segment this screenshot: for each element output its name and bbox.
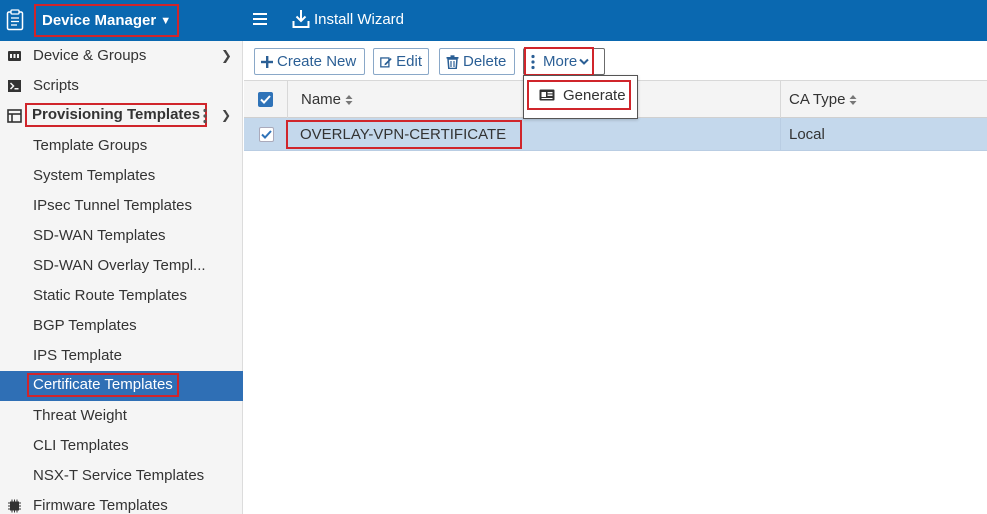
sidebar-item-label: Static Route Templates <box>33 287 187 304</box>
delete-button[interactable]: Delete <box>439 48 515 75</box>
install-wizard-button[interactable]: Install Wizard <box>292 9 404 29</box>
download-icon <box>292 10 310 28</box>
top-bar: Device Manager ▼ Install Wizard <box>0 0 987 41</box>
sidebar-item-label: Threat Weight <box>33 407 127 424</box>
hamburger-menu-icon[interactable] <box>253 12 267 26</box>
sidebar-item-device-groups[interactable]: Device & Groups ❯ <box>0 41 243 71</box>
certificate-name[interactable]: OVERLAY-VPN-CERTIFICATE <box>285 120 523 149</box>
sidebar-item-label: BGP Templates <box>33 317 137 334</box>
sidebar-item-label: System Templates <box>33 167 156 184</box>
app-switcher-button[interactable]: Device Manager ▼ <box>33 4 180 37</box>
sidebar-item-label: IPsec Tunnel Templates <box>33 197 192 214</box>
checkmark-icon <box>260 95 271 104</box>
sidebar-item-label: Provisioning Templates <box>24 103 208 127</box>
script-icon <box>7 79 22 93</box>
table-row[interactable]: OVERLAY-VPN-CERTIFICATE Local <box>244 118 987 151</box>
sidebar-item-template-groups[interactable]: Template Groups <box>0 131 243 161</box>
edit-icon <box>380 56 392 68</box>
clipboard-icon <box>6 9 24 31</box>
id-card-icon <box>539 89 555 101</box>
sidebar-item-sdwan-templates[interactable]: SD-WAN Templates <box>0 221 243 251</box>
sidebar-item-static-route-templates[interactable]: Static Route Templates <box>0 281 243 311</box>
sidebar-item-label: Template Groups <box>33 137 148 154</box>
row-name-cell: OVERLAY-VPN-CERTIFICATE <box>285 118 780 151</box>
select-all-cell <box>244 81 288 118</box>
sidebar: Device & Groups ❯ Scripts Provisioning T… <box>0 41 243 514</box>
sidebar-item-label: Firmware Templates <box>33 497 168 514</box>
template-icon <box>7 109 22 123</box>
kebab-icon <box>531 54 535 69</box>
sidebar-item-label: NSX-T Service Templates <box>33 467 205 484</box>
edit-label: Edit <box>396 53 422 70</box>
data-table: Name CA Type OVERLAY-VPN-CERTIFICATE Loc… <box>244 80 987 514</box>
column-header-ca-type[interactable]: CA Type <box>780 81 987 118</box>
more-button-highlight: More <box>523 47 595 76</box>
column-header-label: CA Type <box>789 91 846 108</box>
sidebar-item-label: SD-WAN Overlay Templ... <box>33 257 206 274</box>
sidebar-item-ips-template[interactable]: IPS Template <box>0 341 243 371</box>
create-new-button[interactable]: Create New <box>254 48 365 75</box>
plus-icon <box>261 55 273 68</box>
generate-label: Generate <box>563 86 626 104</box>
sort-icon <box>345 94 353 105</box>
sidebar-item-label: Device & Groups <box>33 47 147 64</box>
sidebar-item-firmware-templates[interactable]: Firmware Templates <box>0 491 243 514</box>
kebab-menu-icon[interactable] <box>203 108 207 124</box>
more-label: More <box>543 53 578 70</box>
select-all-checkbox[interactable] <box>258 92 273 107</box>
chevron-right-icon: ❯ <box>221 48 232 63</box>
ca-type-value: Local <box>789 126 825 143</box>
create-new-label: Create New <box>277 53 357 70</box>
sidebar-item-label: CLI Templates <box>33 437 129 454</box>
generate-menu-item[interactable]: Generate <box>527 80 631 110</box>
trash-icon <box>446 54 459 69</box>
sidebar-item-label: Scripts <box>33 77 79 94</box>
column-header-label: Name <box>301 91 342 108</box>
chevron-down-icon <box>579 58 589 65</box>
sidebar-item-label: Certificate Templates <box>27 373 179 397</box>
sidebar-item-provisioning-templates[interactable]: Provisioning Templates ❯ <box>0 101 243 131</box>
edit-button[interactable]: Edit <box>373 48 429 75</box>
more-button[interactable]: More <box>523 47 605 76</box>
sidebar-item-certificate-templates[interactable]: Certificate Templates <box>0 371 243 401</box>
row-select-cell <box>244 118 288 151</box>
install-wizard-label: Install Wizard <box>314 10 405 28</box>
sort-icon <box>849 94 857 105</box>
sidebar-item-system-templates[interactable]: System Templates <box>0 161 243 191</box>
row-ca-type-cell: Local <box>780 118 987 151</box>
delete-label: Delete <box>463 53 507 70</box>
chevron-down-icon: ❯ <box>221 108 232 122</box>
device-groups-icon <box>7 49 22 63</box>
sidebar-item-scripts[interactable]: Scripts <box>0 71 243 101</box>
sidebar-item-sdwan-overlay-templates[interactable]: SD-WAN Overlay Templ... <box>0 251 243 281</box>
sidebar-item-bgp-templates[interactable]: BGP Templates <box>0 311 243 341</box>
chip-icon <box>7 499 22 513</box>
checkmark-icon <box>260 130 272 139</box>
sidebar-item-cli-templates[interactable]: CLI Templates <box>0 431 243 461</box>
sidebar-item-ipsec-tunnel-templates[interactable]: IPsec Tunnel Templates <box>0 191 243 221</box>
sidebar-item-label: IPS Template <box>33 347 122 364</box>
sidebar-item-threat-weight[interactable]: Threat Weight <box>0 401 243 431</box>
row-checkbox[interactable] <box>258 127 274 142</box>
app-title: Device Manager <box>42 12 157 29</box>
sidebar-item-nsxt-service-templates[interactable]: NSX-T Service Templates <box>0 461 243 491</box>
more-dropdown-menu: Generate <box>523 75 638 119</box>
sidebar-item-label: SD-WAN Templates <box>33 227 166 244</box>
caret-down-icon: ▼ <box>160 14 172 27</box>
